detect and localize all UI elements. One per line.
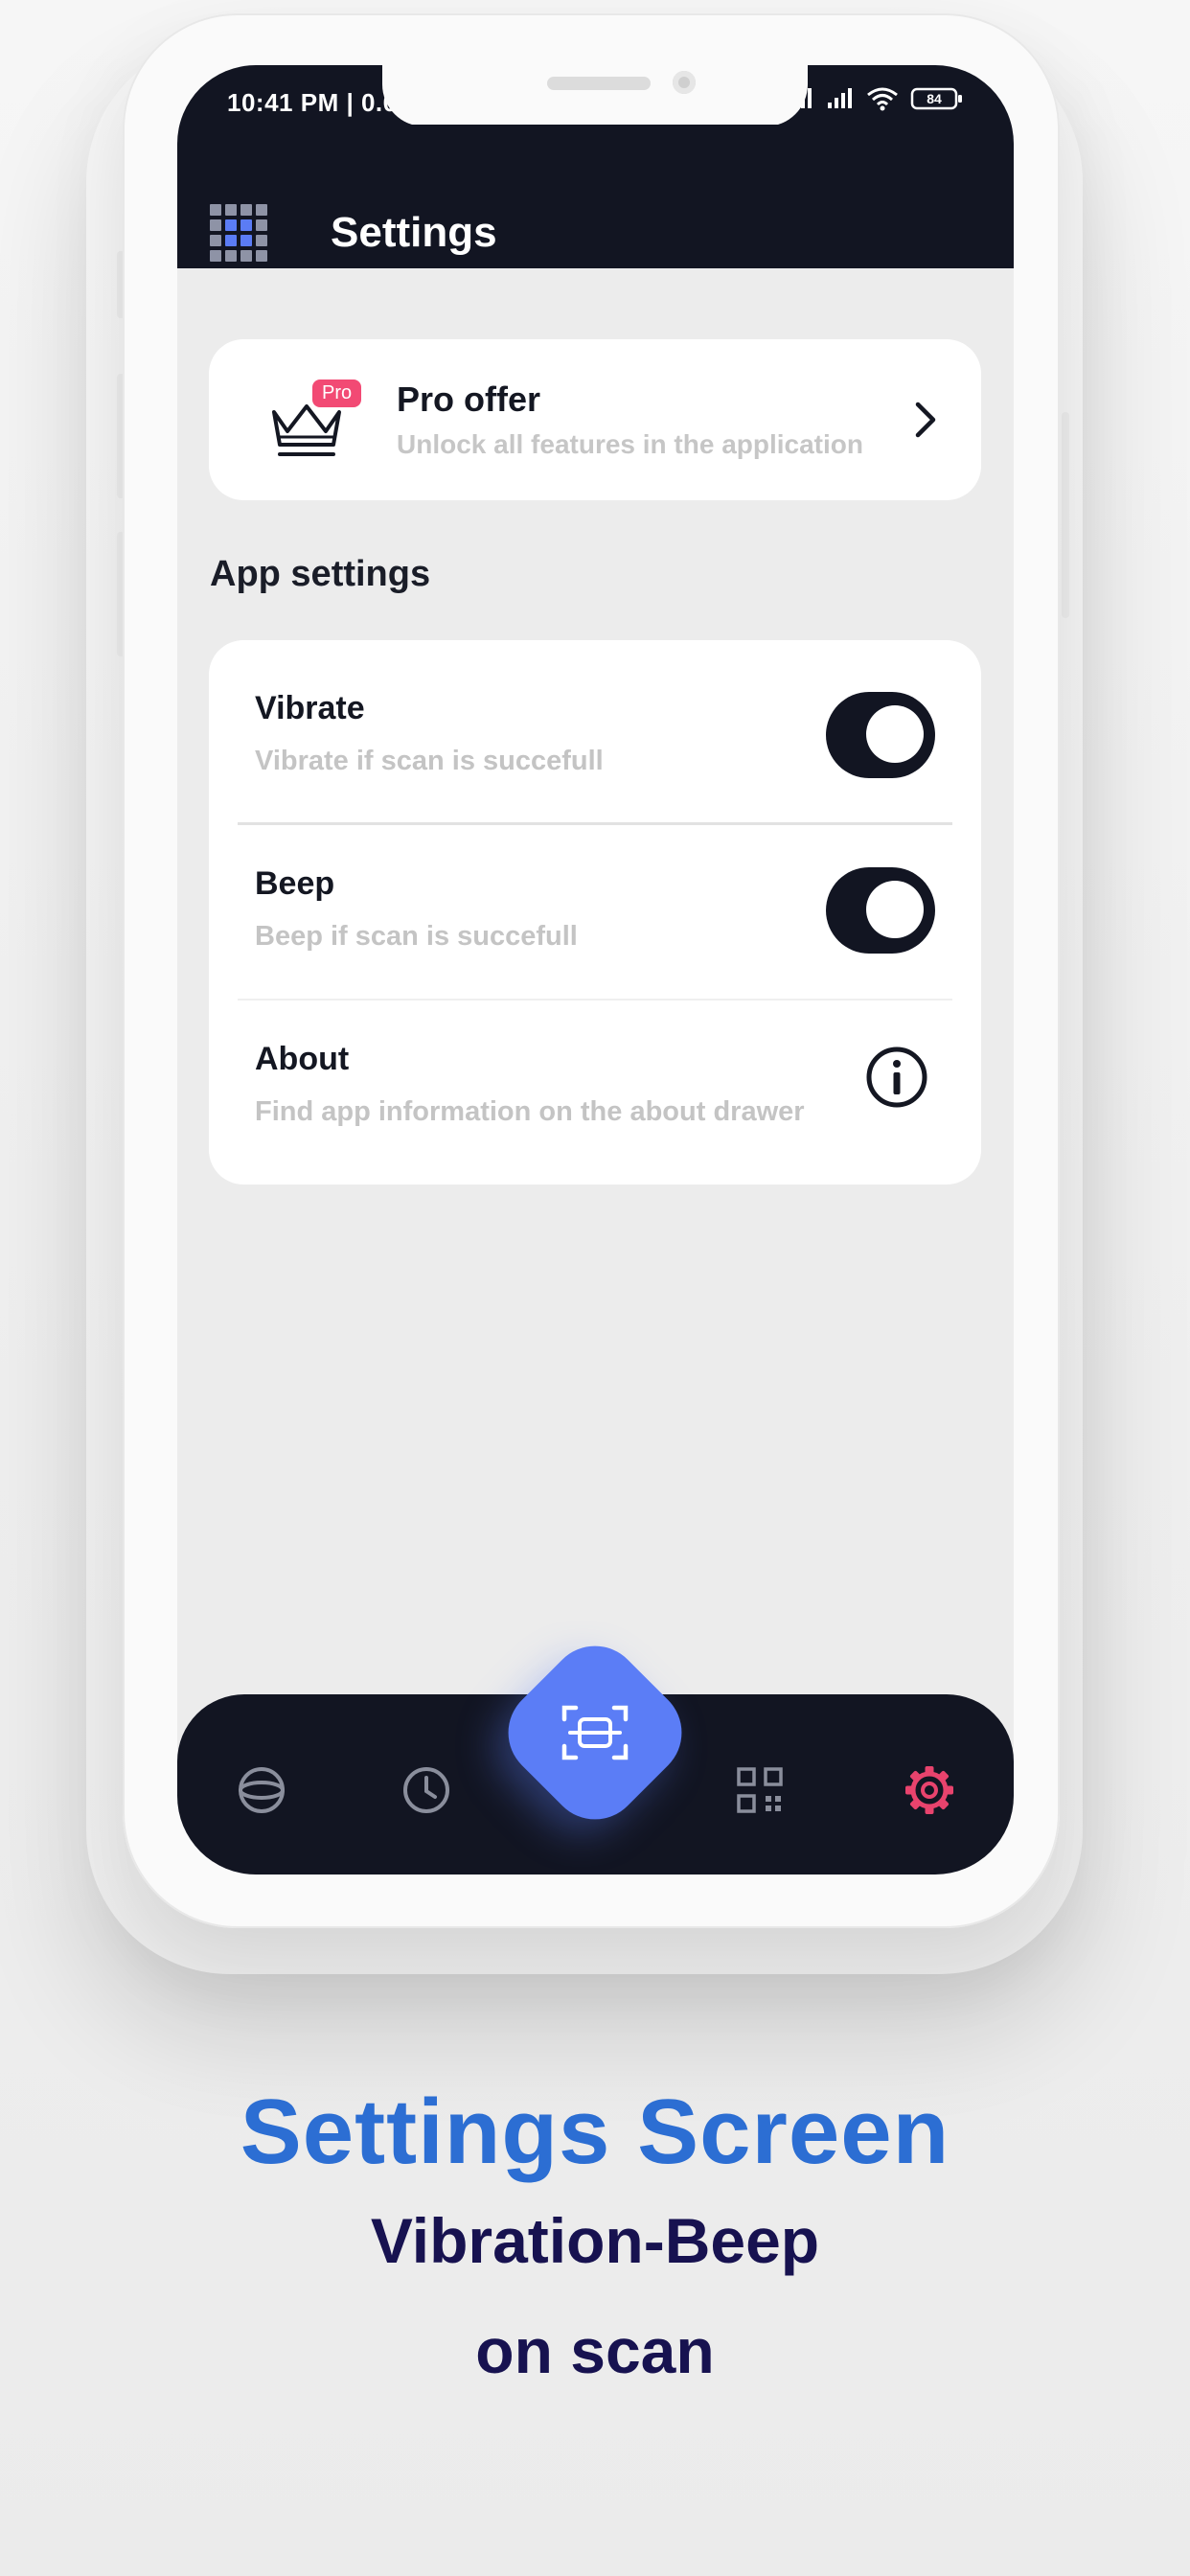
pro-badge: Pro xyxy=(312,380,362,407)
beep-toggle[interactable] xyxy=(826,867,935,954)
setting-title: Vibrate xyxy=(255,690,365,726)
setting-subtitle: Vibrate if scan is succefull xyxy=(255,746,604,776)
signal-icon-2 xyxy=(828,88,852,108)
pro-offer-subtitle: Unlock all features in the application xyxy=(397,429,863,459)
info-icon[interactable] xyxy=(864,1045,929,1110)
caption-line-1: Vibration-Beep xyxy=(370,2205,820,2276)
wifi-icon xyxy=(867,87,898,111)
setting-row-beep: Beep Beep if scan is succefull xyxy=(209,816,981,990)
power-button xyxy=(1062,412,1069,618)
toggle-knob xyxy=(866,881,924,938)
pro-offer-card[interactable]: Pro Pro offer Unlock all features in the… xyxy=(209,339,981,500)
speaker xyxy=(547,77,651,90)
apps-grid-icon[interactable] xyxy=(210,204,267,262)
qr-code-icon[interactable] xyxy=(733,1763,787,1817)
caption-title: Settings Screen xyxy=(240,2081,950,2183)
page-title: Settings xyxy=(331,209,497,256)
toggle-knob xyxy=(866,705,924,763)
app-header xyxy=(177,125,1014,268)
setting-subtitle: Find app information on the about drawer xyxy=(255,1096,805,1127)
setting-row-about[interactable]: About Find app information on the about … xyxy=(209,991,981,1165)
header-curve xyxy=(177,288,1014,345)
pro-offer-title: Pro offer xyxy=(397,380,541,419)
gear-icon[interactable] xyxy=(903,1763,956,1817)
setting-title: Beep xyxy=(255,865,335,902)
battery-level: 84 xyxy=(927,91,942,106)
setting-row-vibrate: Vibrate Vibrate if scan is succefull xyxy=(209,640,981,815)
status-time: 10:41 PM | 0.0 xyxy=(227,88,398,117)
vibrate-toggle[interactable] xyxy=(826,692,935,778)
history-icon[interactable] xyxy=(400,1763,453,1817)
status-icons: 84 xyxy=(786,86,964,111)
settings-card: Vibrate Vibrate if scan is succefull Bee… xyxy=(209,640,981,1184)
setting-subtitle: Beep if scan is succefull xyxy=(255,921,578,952)
front-camera xyxy=(673,71,696,94)
caption-line-2: on scan xyxy=(475,2315,715,2386)
explore-icon[interactable] xyxy=(235,1763,288,1817)
notch xyxy=(382,65,808,126)
battery-icon: 84 xyxy=(910,87,962,110)
status-bar: 10:41 PM | 0.0 84 xyxy=(177,65,1014,126)
chevron-right-icon xyxy=(915,402,936,438)
phone-screen: 10:41 PM | 0.0 84 Settings Pro Pro offer… xyxy=(177,65,1014,1874)
section-title: App settings xyxy=(210,554,431,594)
scan-icon xyxy=(561,1705,629,1760)
setting-title: About xyxy=(255,1041,350,1077)
